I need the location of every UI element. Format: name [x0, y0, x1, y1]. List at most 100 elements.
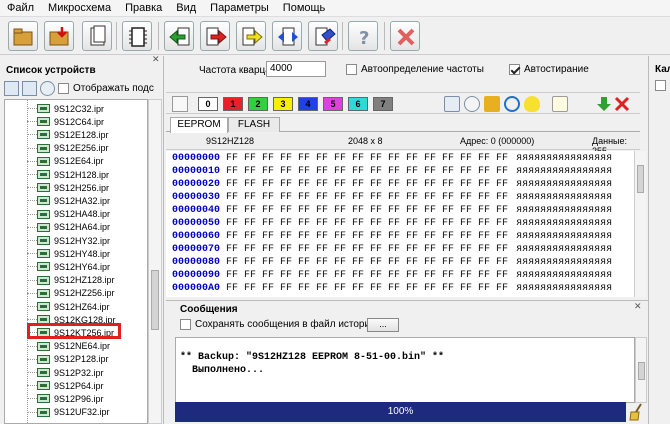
new-document-button[interactable] — [82, 21, 112, 51]
right-panel-checkbox[interactable] — [655, 80, 666, 91]
tab-eeprom[interactable]: EEPROM — [170, 117, 228, 133]
read-chip-button[interactable] — [164, 21, 194, 51]
messages-scrollbar[interactable] — [635, 337, 647, 403]
scrollbar-thumb[interactable] — [151, 270, 159, 330]
list-view-icon[interactable] — [22, 80, 37, 96]
clear-log-broom-icon[interactable] — [628, 403, 646, 421]
fill-brush-icon[interactable] — [484, 96, 500, 112]
save-history-option[interactable]: Сохранять сообщения в файл истории — [180, 319, 376, 330]
hex-row[interactable]: 00000060 FF FF FF FF FF FF FF FF FF FF FF… — [172, 231, 612, 243]
hex-row[interactable]: 00000000 FF FF FF FF FF FF FF FF FF FF FF… — [172, 153, 612, 165]
hex-row[interactable]: 00000030 FF FF FF FF FF FF FF FF FF FF FF… — [172, 192, 612, 204]
menu-item-0[interactable]: Файл — [0, 0, 41, 17]
device-list-scrollbar[interactable] — [148, 99, 162, 424]
hex-row[interactable]: 00000080 FF FF FF FF FF FF FF FF FF FF FF… — [172, 257, 612, 269]
device-list-item-label: 9S12P32.ipr — [54, 367, 104, 378]
buffer-4-button[interactable]: 4 — [298, 97, 318, 111]
device-list-item[interactable]: 9S12E64.ipr — [27, 155, 104, 168]
crystal-frequency-input[interactable]: 4000 — [266, 61, 326, 77]
device-list-item[interactable]: 9S12P32.ipr — [27, 366, 104, 379]
refresh-icon[interactable] — [504, 96, 520, 112]
buffer-2-button[interactable]: 2 — [248, 97, 268, 111]
buffer-0-button[interactable]: 0 — [198, 97, 218, 111]
buffer-5-button[interactable]: 5 — [323, 97, 343, 111]
device-tree[interactable]: 9S12C32.ipr 9S12C64.ipr 9S12E128.ipr 9S12E2… — [4, 99, 148, 424]
auto-erase-option[interactable]: Автостирание — [509, 64, 589, 75]
panel-close-icon[interactable]: ✕ — [634, 301, 642, 312]
device-list-item[interactable]: 9S12HZ256.ipr — [27, 287, 115, 300]
chip-select-button[interactable] — [122, 21, 152, 51]
hex-editor[interactable]: 00000000 FF FF FF FF FF FF FF FF FF FF FF… — [166, 151, 634, 297]
buffer-7-button[interactable]: 7 — [373, 97, 393, 111]
hex-row[interactable]: 00000010 FF FF FF FF FF FF FF FF FF FF FF… — [172, 166, 612, 178]
device-list-item[interactable]: 9S12HZ128.ipr — [27, 274, 115, 287]
erase-chip-button[interactable] — [308, 21, 338, 51]
chip-file-icon — [37, 381, 50, 391]
menu-item-4[interactable]: Параметры — [203, 0, 276, 17]
hex-row[interactable]: 000000A0 FF FF FF FF FF FF FF FF FF FF FF… — [172, 283, 612, 295]
compare-chip-button[interactable] — [272, 21, 302, 51]
folder-open-icon — [13, 28, 33, 46]
auto-erase-checkbox[interactable] — [509, 64, 520, 75]
hex-row[interactable]: 00000040 FF FF FF FF FF FF FF FF FF FF FF… — [172, 205, 612, 217]
menu-item-1[interactable]: Микросхема — [41, 0, 118, 17]
download-arrow-icon[interactable] — [596, 96, 612, 112]
show-subfolders-checkbox[interactable] — [58, 82, 69, 94]
device-list-item-label: 9S12P96.ipr — [54, 393, 104, 404]
buffer-6-button[interactable]: 6 — [348, 97, 368, 111]
panel-close-icon[interactable]: ✕ — [152, 54, 160, 65]
device-list-item[interactable]: 9S12E128.ipr — [27, 128, 109, 141]
menu-item-2[interactable]: Правка — [118, 0, 169, 17]
device-list-item[interactable]: 9S12P64.ipr — [27, 379, 104, 392]
device-list-item[interactable]: 9S12HA48.ipr — [27, 208, 110, 221]
hex-row[interactable]: 00000020 FF FF FF FF FF FF FF FF FF FF FF… — [172, 179, 612, 191]
device-list-item[interactable]: 9S12UF32.ipr — [27, 406, 110, 419]
device-list-item[interactable]: 9S12H128.ipr — [27, 168, 109, 181]
open-folder-button[interactable] — [8, 21, 38, 51]
tab-flash[interactable]: FLASH — [228, 117, 280, 132]
auto-frequency-option[interactable]: Автоопределение частоты — [346, 64, 484, 75]
tree-view-icon[interactable] — [4, 80, 19, 96]
search-icon[interactable] — [40, 80, 55, 96]
buffer-1-button[interactable]: 1 — [223, 97, 243, 111]
device-list-item[interactable]: 9S12C32.ipr — [27, 102, 104, 115]
buffer-select-icon[interactable] — [172, 96, 188, 112]
device-list-item[interactable]: 9S12HZ64.ipr — [27, 300, 110, 313]
hex-row[interactable]: 00000050 FF FF FF FF FF FF FF FF FF FF FF… — [172, 218, 612, 230]
device-list-item[interactable]: 9S12HY32.ipr — [27, 234, 110, 247]
calculator-icon[interactable] — [444, 96, 460, 112]
hex-ascii: яяяяяяяяяяяяяяяя — [516, 179, 613, 190]
device-list-item[interactable]: 9S12HY64.ipr — [27, 260, 110, 273]
delete-icon[interactable] — [614, 96, 630, 112]
save-folder-button[interactable] — [44, 21, 74, 51]
device-list-item[interactable]: 9S12P96.ipr — [27, 392, 104, 405]
device-list-item[interactable]: 9S12HA32.ipr — [27, 194, 110, 207]
menu-item-3[interactable]: Вид — [169, 0, 203, 17]
write-chip-button[interactable] — [200, 21, 230, 51]
auto-frequency-checkbox[interactable] — [346, 64, 357, 75]
hex-row[interactable]: 00000070 FF FF FF FF FF FF FF FF FF FF FF… — [172, 244, 612, 256]
browse-history-button[interactable]: ... — [367, 318, 399, 332]
device-list-item[interactable]: 9S12HY48.ipr — [27, 247, 110, 260]
device-list-item[interactable]: 9S12H256.ipr — [27, 181, 109, 194]
lightbulb-icon[interactable] — [524, 96, 540, 112]
device-list-item[interactable]: 9S12C64.ipr — [27, 115, 104, 128]
find-icon[interactable] — [464, 96, 480, 112]
help-button[interactable]: ? — [348, 21, 378, 51]
chip-file-icon — [37, 104, 50, 113]
hex-scrollbar[interactable] — [634, 151, 646, 297]
save-history-checkbox[interactable] — [180, 319, 191, 330]
menu-item-5[interactable]: Помощь — [276, 0, 333, 17]
device-list-item[interactable]: 9S12E256.ipr — [27, 142, 109, 155]
hex-row[interactable]: 00000090 FF FF FF FF FF FF FF FF FF FF FF… — [172, 270, 612, 282]
device-list-item[interactable]: 9S12NE64.ipr — [27, 340, 110, 353]
new-buffer-icon[interactable] — [552, 96, 568, 112]
stop-button[interactable] — [390, 21, 420, 51]
device-list-item[interactable]: 9S12HA64.ipr — [27, 221, 110, 234]
scrollbar-thumb[interactable] — [638, 362, 645, 380]
right-panel: Кал — [648, 56, 670, 424]
verify-chip-button[interactable] — [236, 21, 266, 51]
buffer-3-button[interactable]: 3 — [273, 97, 293, 111]
scrollbar-thumb[interactable] — [637, 165, 644, 193]
device-list-item[interactable]: 9S12P128.ipr — [27, 353, 109, 366]
